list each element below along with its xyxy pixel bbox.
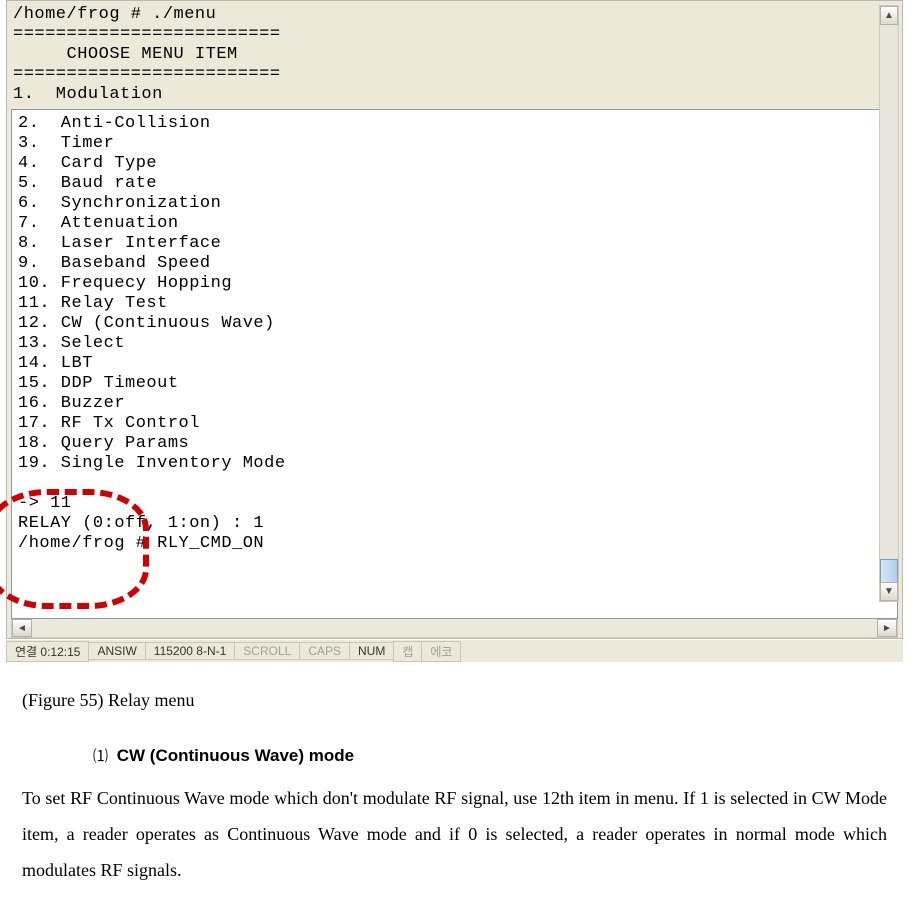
- scroll-down-icon[interactable]: ▼: [880, 582, 898, 601]
- status-line-settings: 115200 8-N-1: [145, 642, 236, 660]
- terminal-window: /home/frog # ./menu ====================…: [6, 0, 903, 639]
- scroll-track[interactable]: [32, 619, 877, 637]
- document-body: (Figure 55) Relay menu ⑴ CW (Continuous …: [0, 662, 909, 908]
- status-bar: 연결 0:12:15 ANSIW 115200 8-N-1 SCROLL CAP…: [6, 639, 903, 662]
- status-num: NUM: [349, 642, 394, 660]
- scroll-right-icon[interactable]: ►: [877, 619, 897, 637]
- vertical-scrollbar[interactable]: ▲ ▼: [879, 5, 899, 602]
- status-caps: CAPS: [299, 642, 350, 660]
- status-echo: 에코: [421, 641, 461, 662]
- scroll-thumb[interactable]: [880, 559, 898, 583]
- terminal-inner-wrap: 2. Anti-Collision 3. Timer 4. Card Type …: [11, 109, 898, 619]
- status-connection: 연결 0:12:15: [6, 641, 89, 662]
- section-number: ⑴: [93, 749, 108, 765]
- section-heading: ⑴ CW (Continuous Wave) mode: [93, 745, 887, 766]
- section-body-text: To set RF Continuous Wave mode which don…: [22, 780, 887, 888]
- status-scroll: SCROLL: [234, 642, 300, 660]
- status-terminal-type: ANSIW: [88, 642, 145, 660]
- terminal-output[interactable]: 2. Anti-Collision 3. Timer 4. Card Type …: [11, 109, 898, 619]
- section-title: CW (Continuous Wave) mode: [117, 746, 354, 765]
- terminal-header-text: /home/frog # ./menu ====================…: [11, 5, 898, 109]
- scroll-left-icon[interactable]: ◄: [12, 619, 32, 637]
- horizontal-scrollbar[interactable]: ◄ ►: [11, 619, 898, 638]
- status-cap: 캡: [393, 641, 422, 662]
- page-root: /home/frog # ./menu ====================…: [0, 0, 909, 908]
- figure-caption: (Figure 55) Relay menu: [22, 690, 887, 711]
- scroll-up-icon[interactable]: ▲: [880, 6, 898, 25]
